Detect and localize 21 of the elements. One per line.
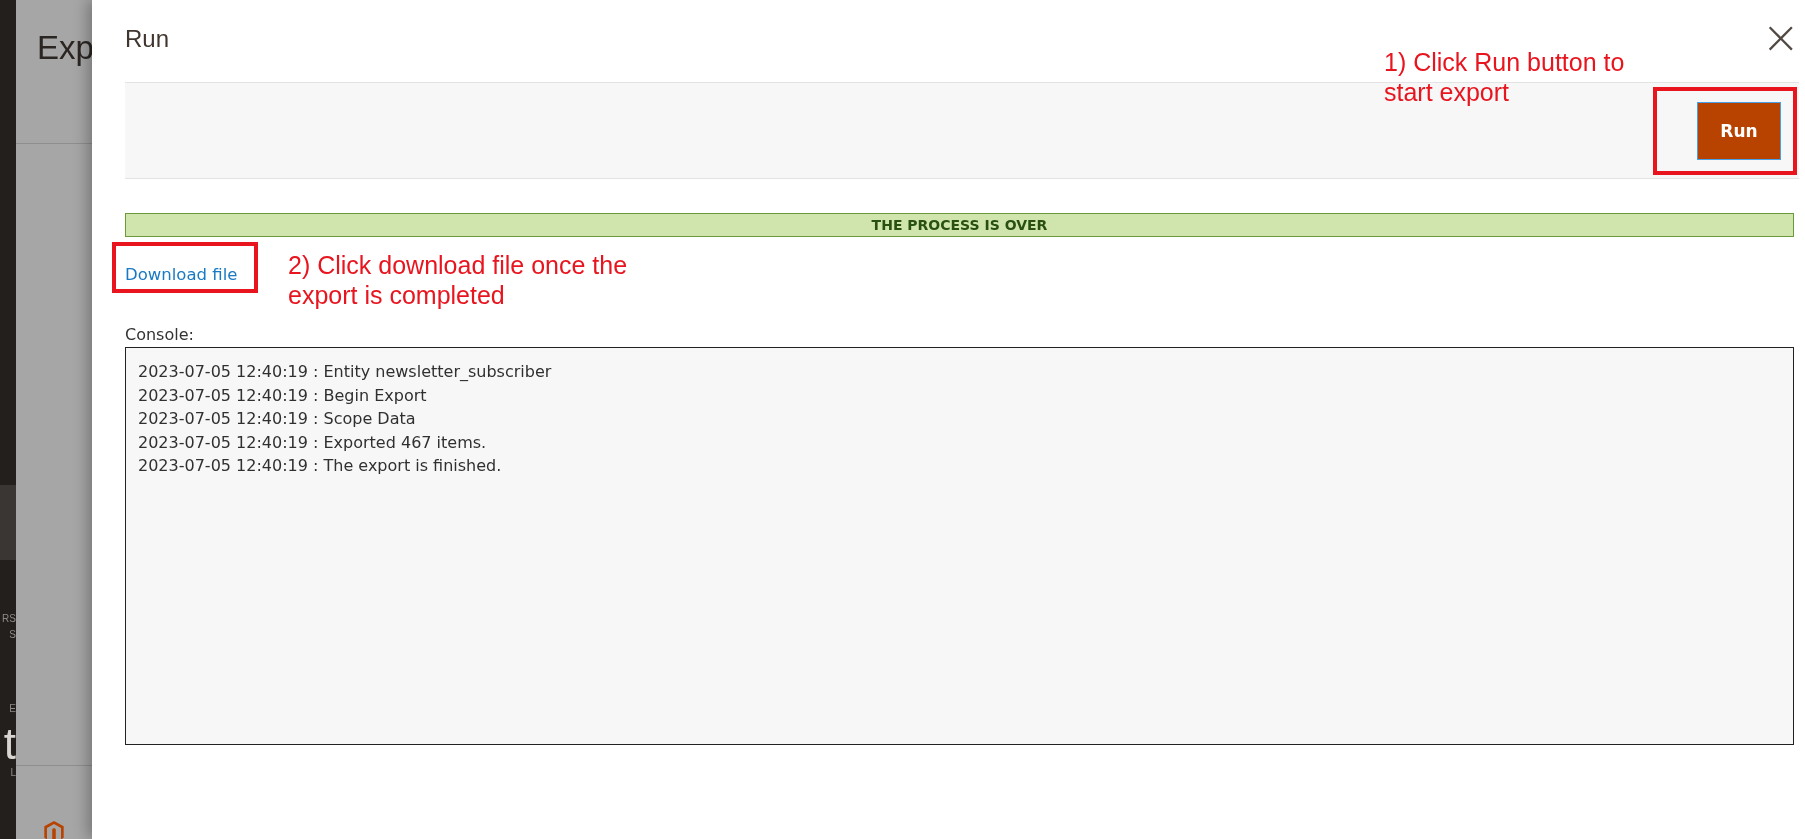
annotation-text: 1) Click Run button to start export: [1384, 47, 1626, 107]
sidebar-text: S: [9, 628, 16, 642]
run-button[interactable]: Run: [1697, 101, 1781, 160]
sidebar-text: RS: [2, 612, 16, 626]
status-banner: THE PROCESS IS OVER: [125, 213, 1794, 237]
close-button[interactable]: ×: [1761, 17, 1800, 57]
sidebar-item[interactable]: [0, 485, 16, 560]
console-line: 2023-07-05 12:40:19 : Entity newsletter_subscriber: [138, 361, 553, 383]
annotation-text: 2) Click download file once the export is completed: [288, 250, 629, 310]
console-line: 2023-07-05 12:40:19 : Scope Data: [138, 408, 417, 430]
page-title: Exp: [37, 28, 92, 67]
console-line: 2023-07-05 12:40:19 : Exported 467 items.: [138, 431, 488, 454]
sidebar-text: L: [10, 766, 16, 780]
modal-title: Run: [125, 25, 170, 54]
console-line: 2023-07-05 12:40:19 : The export is finished.: [138, 455, 503, 477]
logo-icon: [43, 821, 65, 839]
console-line: 2023-07-05 12:40:19 : Begin Export: [138, 384, 428, 407]
sidebar-text: E: [9, 702, 16, 716]
sidebar-text: t: [3, 724, 16, 764]
console-label: Console:: [125, 325, 195, 344]
download-link[interactable]: Download file: [125, 264, 238, 284]
